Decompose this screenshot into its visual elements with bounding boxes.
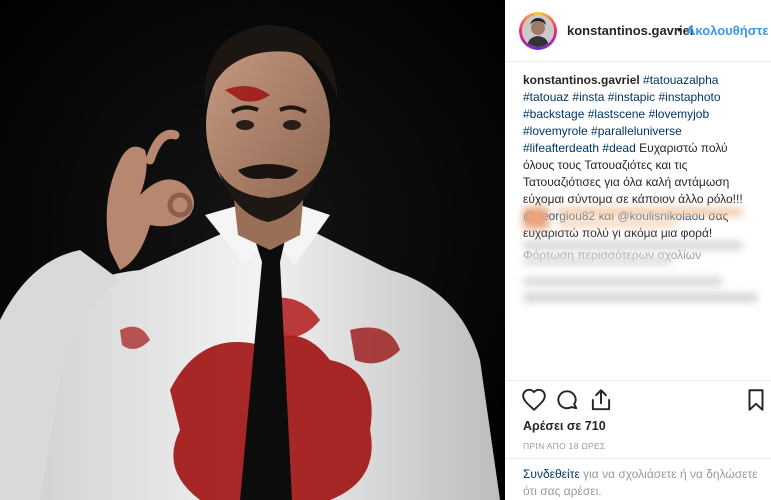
hashtag-link[interactable]: #tatouazalpha	[643, 73, 718, 87]
hashtag-link[interactable]: #insta	[572, 90, 604, 104]
hashtag-link[interactable]: #backstage	[523, 107, 584, 121]
avatar-image	[522, 15, 554, 47]
hashtag-link[interactable]: #instaphoto	[658, 90, 720, 104]
hashtag-link[interactable]: #tatouaz	[523, 90, 569, 104]
blurred-comment-line	[523, 257, 673, 265]
blurred-avatar	[523, 207, 549, 229]
header-separator: •	[677, 22, 682, 37]
blurred-comments	[523, 205, 763, 317]
header-username[interactable]: konstantinos.gavriel	[567, 23, 693, 38]
blurred-comment-line	[523, 277, 723, 286]
login-prompt: Συνδεθείτε για να σχολιάσετε ή να δηλώσε…	[505, 458, 771, 500]
post-photo[interactable]	[0, 0, 505, 500]
blurred-comment-line	[557, 208, 743, 216]
hashtag-link[interactable]: #instapic	[608, 90, 655, 104]
login-link[interactable]: Συνδεθείτε	[523, 467, 580, 481]
avatar[interactable]	[519, 12, 557, 50]
share-icon[interactable]	[588, 387, 614, 413]
follow-button[interactable]: Ακολουθήστε	[686, 23, 769, 38]
blurred-comment-line	[523, 241, 743, 250]
hashtag-link[interactable]: #lovemyrole	[523, 124, 588, 138]
hashtag-link[interactable]: #dead	[602, 141, 635, 155]
post-header: konstantinos.gavriel • Ακολουθήστε	[505, 0, 771, 62]
likes-count[interactable]: Αρέσει σε 710	[523, 419, 606, 433]
caption-username[interactable]: konstantinos.gavriel	[523, 73, 640, 87]
blurred-comment-line	[557, 220, 677, 227]
hashtag-link[interactable]: #lovemyjob	[648, 107, 709, 121]
hashtag-link[interactable]: #paralleluniverse	[591, 124, 682, 138]
bookmark-icon[interactable]	[743, 387, 769, 413]
hashtag-link[interactable]: #lifeafterdeath	[523, 141, 599, 155]
hashtag-link[interactable]: #lastscene	[588, 107, 645, 121]
post-actions: Αρέσει σε 710 ΠΡΙΝ ΑΠΟ 18 ΩΡΕΣ Συνδεθείτ…	[505, 380, 771, 500]
heart-icon[interactable]	[521, 387, 547, 413]
post-timestamp: ΠΡΙΝ ΑΠΟ 18 ΩΡΕΣ	[523, 441, 606, 451]
blurred-comment-line	[523, 293, 758, 302]
comment-icon[interactable]	[554, 387, 580, 413]
post-sidebar: konstantinos.gavriel • Ακολουθήστε konst…	[505, 0, 771, 500]
post-image	[0, 0, 505, 500]
